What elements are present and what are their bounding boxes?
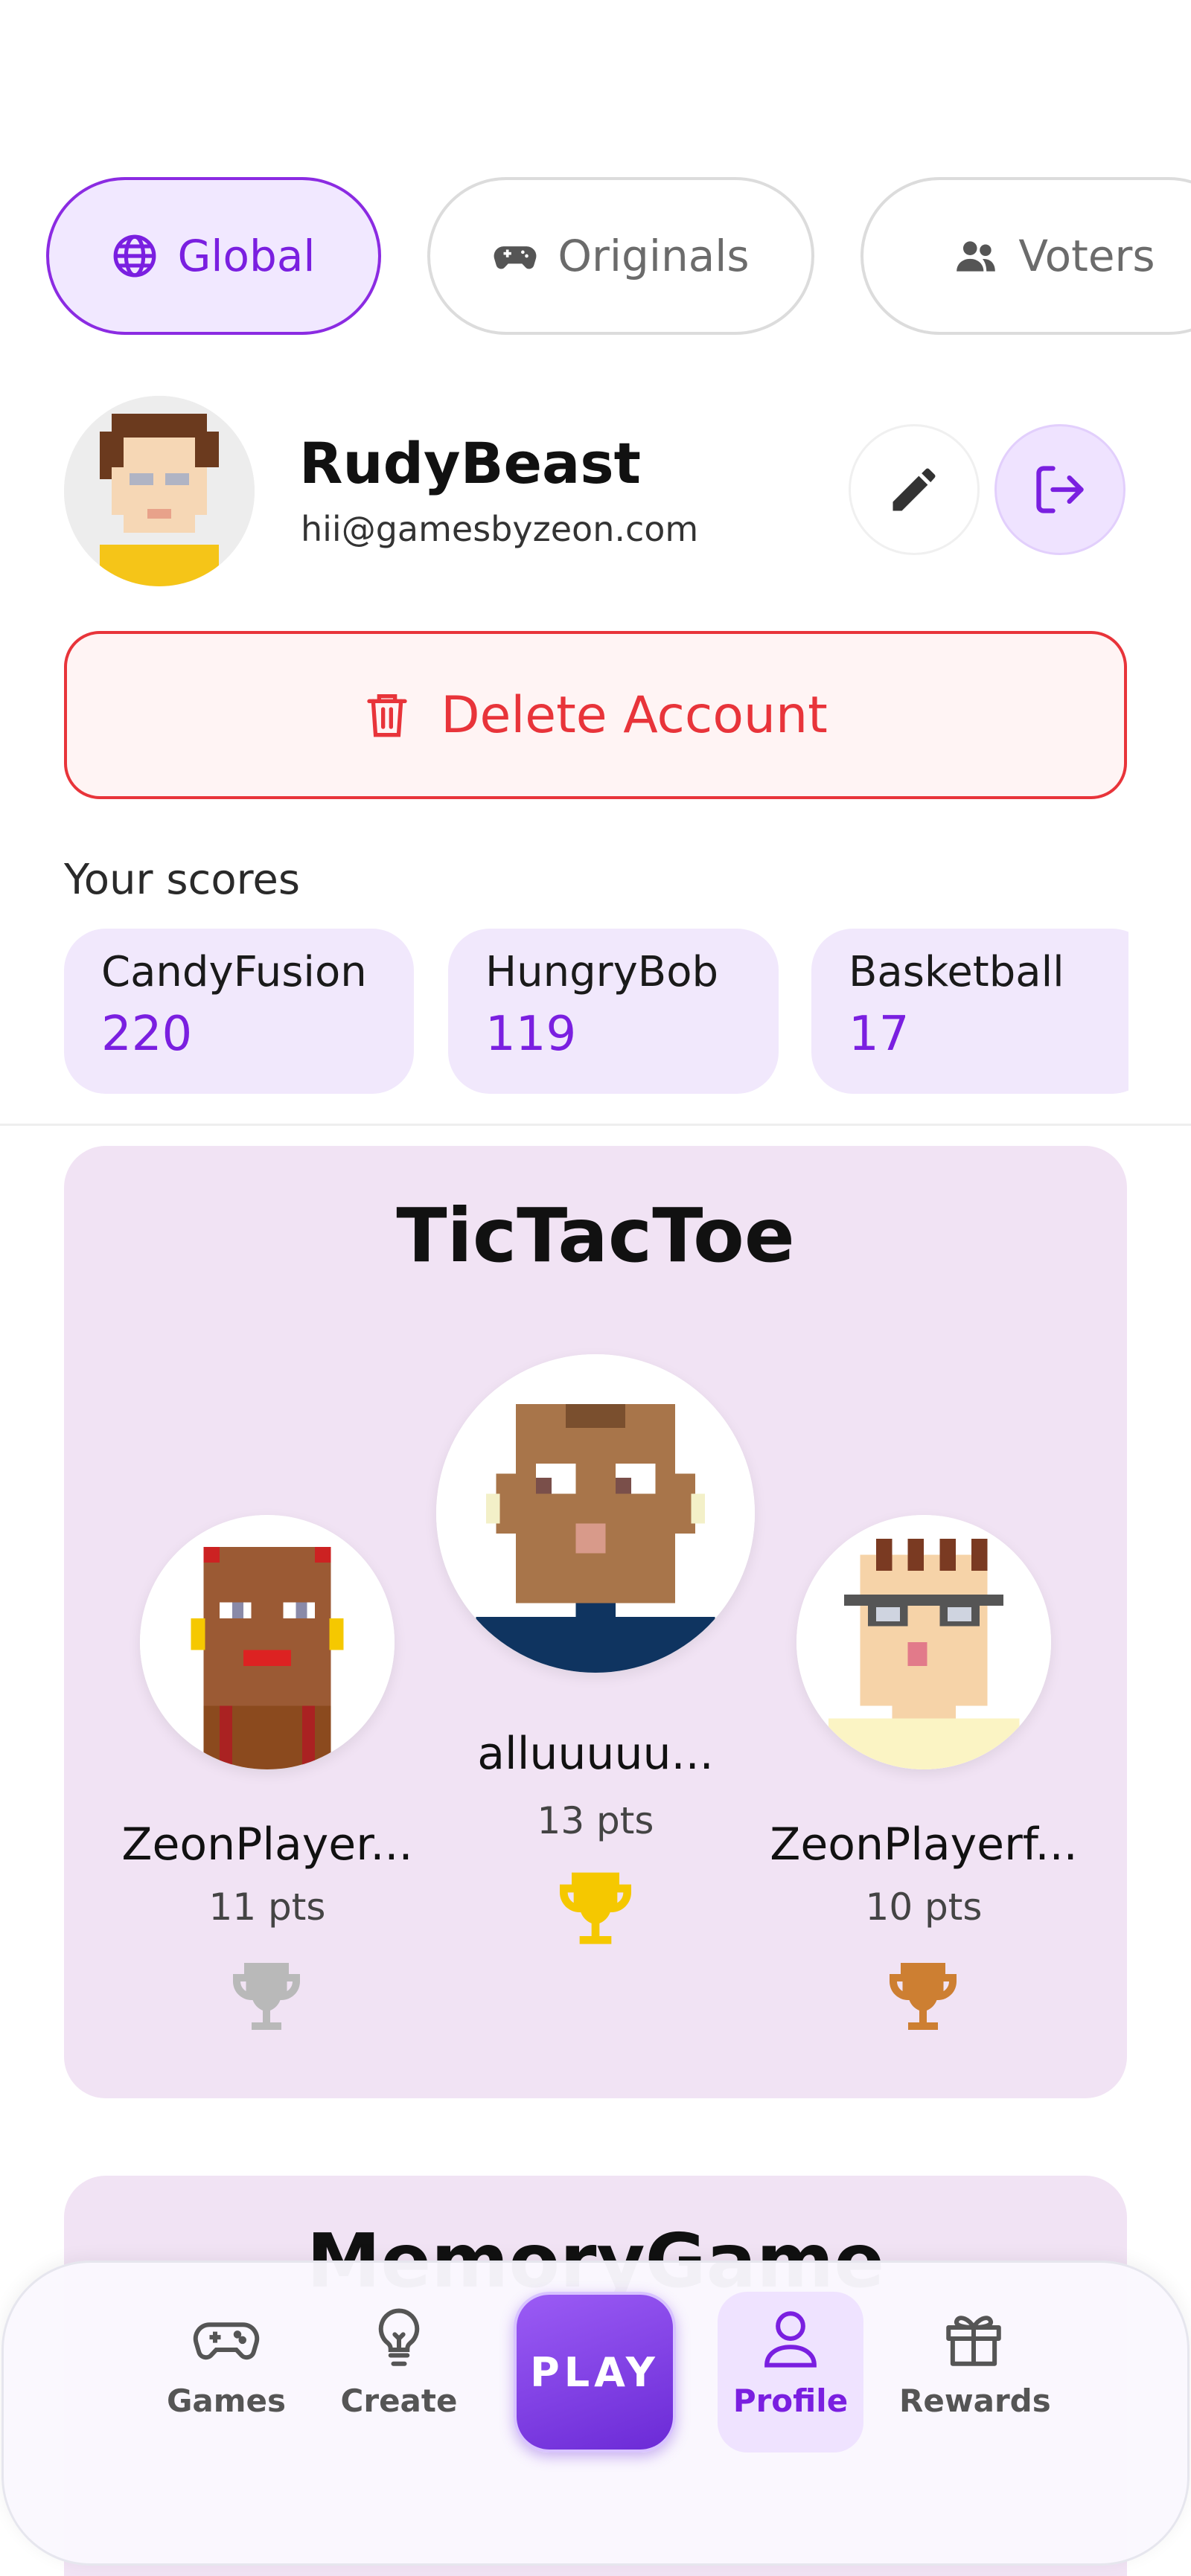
nav-rewards[interactable]: Rewards (899, 2305, 1051, 2419)
lightbulb-icon (378, 2308, 420, 2366)
tab-originals-label: Originals (558, 231, 750, 281)
profile-username: RudyBeast (299, 430, 641, 496)
delete-account-label: Delete Account (441, 685, 828, 745)
bronze-trophy-icon (890, 1963, 957, 2030)
second-place-avatar[interactable] (140, 1515, 395, 1769)
third-place-points: 10 pts (865, 1885, 983, 1929)
gamepad-icon (193, 2322, 260, 2360)
play-label: PLAY (530, 2348, 660, 2396)
delete-account-button[interactable]: Delete Account (64, 631, 1127, 799)
tab-global[interactable]: Global (46, 177, 381, 335)
nav-profile-label: Profile (732, 2383, 849, 2419)
avatar[interactable] (64, 396, 255, 586)
nav-games-label: Games (166, 2383, 287, 2419)
scores-heading: Your scores (64, 856, 300, 904)
score-game-name: CandyFusion (101, 948, 367, 996)
user-icon (764, 2311, 817, 2368)
score-card[interactable]: CandyFusion 220 (64, 929, 414, 1094)
pixel-avatar-image (796, 1515, 1051, 1769)
third-place-avatar[interactable] (796, 1515, 1051, 1769)
leaderboard-title: TicTacToe (396, 1192, 795, 1279)
nav-create[interactable]: Create (325, 2305, 473, 2419)
scores-carousel[interactable]: CandyFusion 220 HungryBob 119 Basketball… (64, 929, 1128, 1094)
silver-trophy-icon (233, 1963, 300, 2030)
gift-icon (946, 2316, 1001, 2366)
people-icon (957, 241, 996, 272)
pixel-avatar-image (140, 1515, 395, 1769)
third-place-name: ZeonPlayerf... (770, 1819, 1078, 1871)
nav-profile[interactable]: Profile (716, 2305, 865, 2419)
first-place-name: alluuuuu... (477, 1728, 714, 1780)
tab-voters[interactable]: Voters (860, 177, 1191, 335)
score-card[interactable]: Basketball 17 (811, 929, 1128, 1094)
globe-icon (114, 234, 156, 278)
first-place-points: 13 pts (537, 1799, 654, 1842)
tab-originals[interactable]: Originals (427, 177, 814, 335)
nav-games[interactable]: Games (152, 2305, 301, 2419)
score-card[interactable]: HungryBob 119 (448, 929, 779, 1094)
score-game-name: HungryBob (485, 948, 719, 996)
pixel-avatar-image (64, 396, 255, 586)
edit-profile-button[interactable] (849, 424, 980, 555)
play-button[interactable]: PLAY (514, 2292, 676, 2452)
logout-icon (1036, 466, 1084, 513)
trash-icon (367, 694, 407, 737)
score-value: 17 (849, 1007, 910, 1062)
logout-button[interactable] (994, 424, 1125, 555)
score-game-name: Basketball (849, 948, 1064, 996)
score-value: 220 (101, 1007, 193, 1062)
profile-email: hii@gamesbyzeon.com (301, 509, 699, 549)
score-value: 119 (485, 1007, 577, 1062)
section-divider (0, 1124, 1191, 1126)
pencil-icon (893, 468, 936, 511)
nav-create-label: Create (340, 2383, 458, 2419)
tab-global-label: Global (177, 231, 316, 281)
first-place-avatar[interactable] (436, 1354, 755, 1673)
gold-trophy-icon (560, 1872, 631, 1944)
profile-screen: Global Originals Voters RudyBeast hii@ga… (0, 0, 1191, 2576)
tab-voters-label: Voters (1018, 231, 1155, 281)
pixel-avatar-image (436, 1354, 755, 1673)
second-place-points: 11 pts (208, 1885, 326, 1929)
second-place-name: ZeonPlayer... (121, 1819, 413, 1871)
gamepad-icon (494, 246, 537, 269)
nav-rewards-label: Rewards (899, 2383, 1051, 2419)
